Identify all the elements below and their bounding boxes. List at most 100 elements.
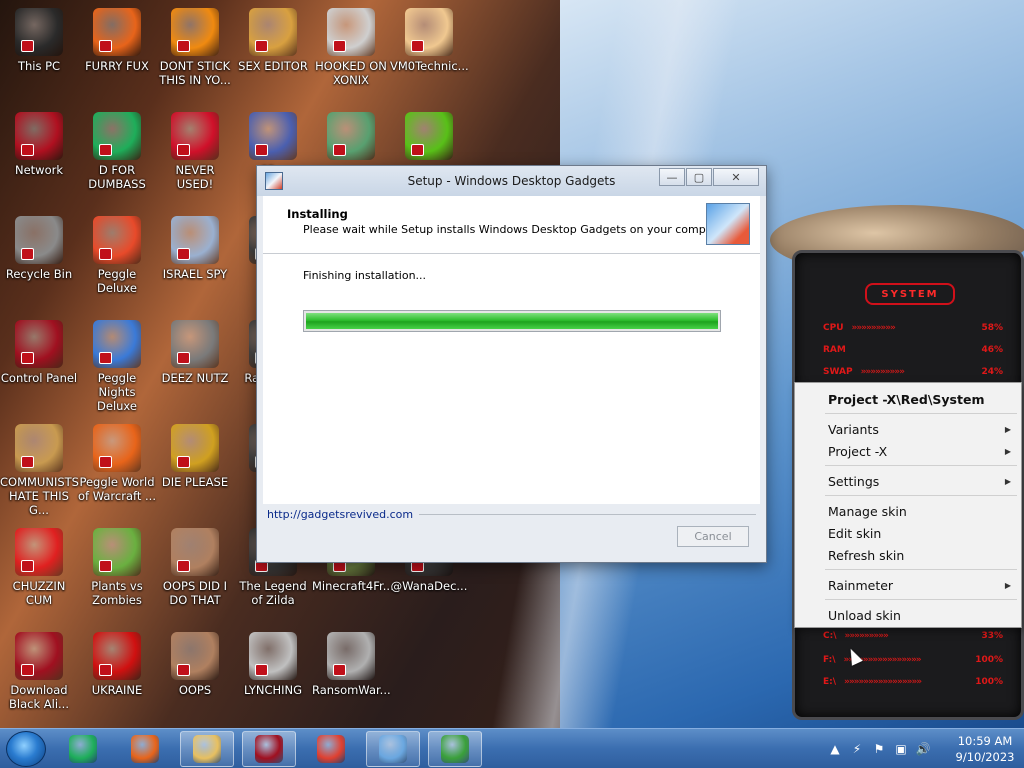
header-subtitle: Please wait while Setup installs Windows… xyxy=(303,223,731,236)
desktop-icon-label: RansomWar... xyxy=(312,683,391,697)
widget-row: E:\ »»»»»»»»»»»»»»»» 100% xyxy=(823,677,1003,687)
widget-row: RAM 46% xyxy=(823,345,1003,355)
desktop-icon[interactable] xyxy=(390,112,468,163)
widget-row-value: 24% xyxy=(981,367,1003,377)
menu-header: Project -X\Red\System xyxy=(828,391,985,407)
desktop-icon[interactable]: DEEZ NUTZ xyxy=(156,320,234,385)
menu-item[interactable]: Refresh skin xyxy=(795,544,1021,566)
desktop-icon[interactable]: Peggle Deluxe xyxy=(78,216,156,295)
tray-icon[interactable]: ▣ xyxy=(894,742,908,756)
desktop-icon[interactable]: Peggle Nights Deluxe xyxy=(78,320,156,413)
progress-fill xyxy=(306,313,718,329)
desktop-icon[interactable]: Download Black Ali... xyxy=(0,632,78,711)
context-menu[interactable]: Project -X\Red\System Variants ▶ Project -… xyxy=(794,382,1022,628)
desktop-icon[interactable]: OOPS xyxy=(156,632,234,697)
clock-date: 9/10/2023 xyxy=(955,750,1015,764)
shortcut-icon xyxy=(327,112,375,160)
shortcut-icon xyxy=(15,112,63,160)
tray-icon[interactable]: ⚑ xyxy=(872,742,886,756)
desktop-icon-label: DONT STICK THIS IN YO... xyxy=(159,59,231,87)
install-status: Finishing installation... xyxy=(303,269,427,282)
desktop-icon-label: Plants vs Zombies xyxy=(91,579,143,607)
google-docs-icon xyxy=(69,735,97,763)
firefox-icon xyxy=(131,735,159,763)
menu-separator xyxy=(825,465,1017,466)
menu-item[interactable]: Edit skin xyxy=(795,522,1021,544)
maximize-button[interactable]: ▢ xyxy=(686,168,712,186)
desktop-icon[interactable]: ISRAEL SPY xyxy=(156,216,234,281)
start-button[interactable] xyxy=(6,731,46,767)
desktop-icon[interactable]: DIE PLEASE xyxy=(156,424,234,489)
desktop-icon[interactable]: UKRAINE xyxy=(78,632,156,697)
menu-item[interactable]: Variants ▶ xyxy=(795,418,1021,440)
menu-item[interactable]: Rainmeter ▶ xyxy=(795,574,1021,596)
desktop-icon[interactable]: LYNCHING xyxy=(234,632,312,697)
desktop-icon[interactable] xyxy=(312,112,390,163)
taskbar[interactable]: ▲ ⚡ ⚑ ▣ 🔊 10:59 AM 9/10/2023 xyxy=(0,728,1024,768)
widget-row-bar: »»»»»»»»» xyxy=(860,367,905,377)
desktop-icon[interactable]: Control Panel xyxy=(0,320,78,385)
submenu-arrow-icon: ▶ xyxy=(1004,446,1011,456)
desktop-icon[interactable]: HOOKED ON XONIX xyxy=(312,8,390,87)
menu-item[interactable]: Manage skin xyxy=(795,500,1021,522)
progress-bar xyxy=(303,310,721,332)
shortcut-icon xyxy=(93,320,141,368)
menu-item[interactable]: Unload skin xyxy=(795,604,1021,626)
taskbar-utorrent-button[interactable] xyxy=(428,731,482,767)
widget-row-value: 58% xyxy=(981,323,1003,333)
setup-body: Finishing installation... xyxy=(263,254,760,504)
widget-row-label: CPU xyxy=(823,323,844,333)
desktop-icon[interactable]: FURRY FUX xyxy=(78,8,156,73)
desktop-icon[interactable]: RansomWar... xyxy=(312,632,391,697)
window-titlebar[interactable]: Setup - Windows Desktop Gadgets — ▢ ✕ xyxy=(257,166,766,196)
close-button[interactable]: ✕ xyxy=(713,168,759,186)
desktop-icon[interactable]: VM0Technic... xyxy=(390,8,469,73)
widget-row: C:\ »»»»»»»»» 33% xyxy=(823,631,1003,641)
menu-item[interactable]: Project -X ▶ xyxy=(795,440,1021,462)
clock[interactable]: 10:59 AM 9/10/2023 xyxy=(950,733,1020,765)
cancel-button[interactable]: Cancel xyxy=(677,526,749,547)
menu-separator xyxy=(825,599,1017,600)
widget-row: CPU »»»»»»»»» 58% xyxy=(823,323,1003,333)
tray-icon[interactable]: ▲ xyxy=(828,742,842,756)
taskbar-file-explorer-button[interactable] xyxy=(180,731,234,767)
submenu-arrow-icon: ▶ xyxy=(1004,476,1011,486)
widget-row-value: 46% xyxy=(981,345,1003,355)
desktop-icon[interactable]: OOPS DID I DO THAT xyxy=(156,528,234,607)
menu-item[interactable]: Settings ▶ xyxy=(795,470,1021,492)
menu-separator xyxy=(825,495,1017,496)
gadgets-link[interactable]: http://gadgetsrevived.com xyxy=(263,508,413,521)
desktop-icon-label: Download Black Ali... xyxy=(9,683,69,711)
taskbar-rainmeter-app-button[interactable] xyxy=(242,731,296,767)
shortcut-icon xyxy=(249,8,297,56)
desktop-icon-label: Control Panel xyxy=(0,371,78,385)
desktop-icon[interactable]: Plants vs Zombies xyxy=(78,528,156,607)
menu-item-label: Project -X xyxy=(828,443,888,459)
desktop-icon[interactable]: D FOR DUMBASS xyxy=(78,112,156,191)
shortcut-icon xyxy=(171,424,219,472)
desktop-icon[interactable]: NEVER USED! xyxy=(156,112,234,191)
desktop-icon[interactable]: This PC xyxy=(0,8,78,73)
widget-row-value: 33% xyxy=(981,631,1003,641)
desktop-icon[interactable]: DONT STICK THIS IN YO... xyxy=(156,8,234,87)
desktop-icon[interactable]: Recycle Bin xyxy=(0,216,78,281)
taskbar-chrome-button[interactable] xyxy=(304,731,358,767)
clock-time: 10:59 AM xyxy=(957,734,1013,748)
desktop-icon[interactable]: SEX EDITOR xyxy=(234,8,312,73)
minimize-button[interactable]: — xyxy=(659,168,685,186)
desktop-icon[interactable]: CHUZZIN CUM xyxy=(0,528,78,607)
system-tray: ▲ ⚡ ⚑ ▣ 🔊 xyxy=(828,735,930,763)
desktop-icon[interactable]: Network xyxy=(0,112,78,177)
shortcut-icon xyxy=(171,528,219,576)
menu-item-label: Variants xyxy=(828,421,879,437)
taskbar-setup-app-button[interactable] xyxy=(366,731,420,767)
desktop-icon[interactable]: Peggle World of Warcraft ... xyxy=(78,424,156,503)
menu-item-label: Manage skin xyxy=(828,503,907,519)
desktop-icon[interactable]: COMMUNISTS HATE THIS G... xyxy=(0,424,79,517)
tray-icon[interactable]: 🔊 xyxy=(916,742,931,756)
taskbar-firefox-button[interactable] xyxy=(118,731,172,767)
taskbar-google-docs-button[interactable] xyxy=(56,731,110,767)
shortcut-icon xyxy=(15,632,63,680)
setup-window[interactable]: Setup - Windows Desktop Gadgets — ▢ ✕ In… xyxy=(256,165,767,563)
tray-icon[interactable]: ⚡ xyxy=(850,742,864,756)
